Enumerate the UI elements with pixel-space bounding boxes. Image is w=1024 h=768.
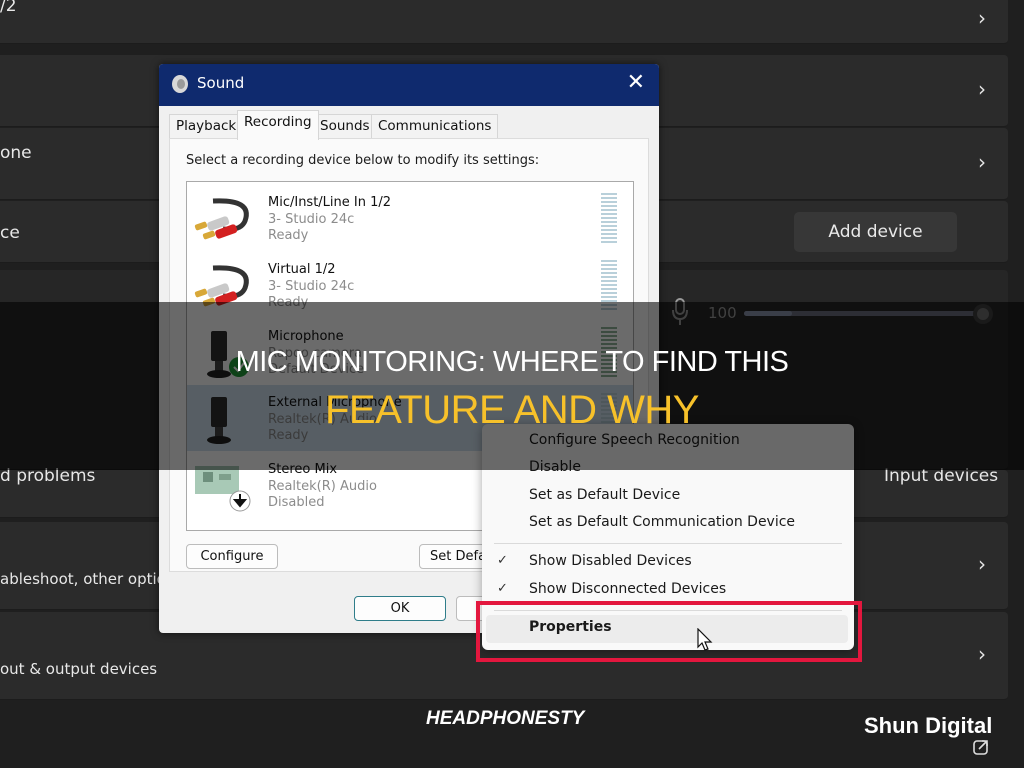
settings-row-1[interactable]: /2 › [0, 0, 1008, 44]
headphonesty-watermark: HEADPHONESTY [426, 708, 585, 729]
banner-title-line1: MIC MONITORING: WHERE TO FIND THIS [235, 346, 789, 378]
menu-item-properties[interactable]: Properties [486, 615, 848, 643]
dialog-title: Sound [197, 74, 245, 92]
check-icon: ✓ [497, 553, 508, 568]
instruction-text: Select a recording device below to modif… [186, 153, 540, 168]
tab-sounds[interactable]: Sounds [313, 114, 377, 138]
device-name: Virtual 1/2 [268, 262, 336, 277]
device-item[interactable]: Mic/Inst/Line In 1/2 3- Studio 24c Ready [187, 185, 633, 251]
speaker-app-icon [172, 75, 188, 93]
dialog-titlebar[interactable]: Sound ✕ [159, 64, 659, 106]
tab-communications[interactable]: Communications [371, 114, 499, 138]
chevron-right-icon: › [978, 6, 986, 30]
menu-item-label: Set as Default Communication Device [529, 514, 796, 530]
menu-item-show-disabled[interactable]: ✓ Show Disabled Devices [482, 549, 854, 575]
banner-title-line2: FEATURE AND WHY [324, 388, 700, 432]
tab-recording[interactable]: Recording [237, 110, 319, 140]
device-status: Disabled [268, 495, 325, 510]
settings-row-label: out & output devices [0, 660, 158, 678]
menu-item-label: Set as Default Device [529, 487, 681, 503]
menu-separator [494, 543, 842, 544]
menu-item-set-default-communication[interactable]: Set as Default Communication Device [482, 510, 854, 536]
chevron-right-icon: › [978, 77, 986, 101]
menu-item-set-default[interactable]: Set as Default Device [482, 483, 854, 509]
chevron-right-icon: › [978, 552, 986, 576]
configure-button[interactable]: Configure [186, 544, 278, 569]
device-subtitle: Realtek(R) Audio [268, 479, 377, 494]
add-device-button[interactable]: Add device [794, 212, 957, 252]
chevron-right-icon: › [978, 642, 986, 666]
external-link-icon[interactable] [972, 738, 990, 756]
close-icon[interactable]: ✕ [627, 70, 645, 95]
ok-button[interactable]: OK [354, 596, 446, 621]
chevron-right-icon: › [978, 150, 986, 174]
device-subtitle: 3- Studio 24c [268, 212, 355, 227]
settings-row-label: ce [0, 223, 20, 243]
menu-item-label: Properties [529, 619, 612, 635]
mouse-cursor-icon [697, 628, 713, 651]
settings-row-label: one [0, 143, 32, 163]
check-icon: ✓ [497, 581, 508, 596]
settings-row-label: /2 [0, 0, 17, 16]
level-meter [601, 193, 617, 243]
settings-row-label: ableshoot, other options [0, 570, 184, 588]
device-subtitle: 3- Studio 24c [268, 279, 355, 294]
tab-playback[interactable]: Playback [169, 114, 244, 138]
menu-item-label: Show Disconnected Devices [529, 581, 727, 597]
menu-item-show-disconnected[interactable]: ✓ Show Disconnected Devices [482, 577, 854, 603]
disabled-arrow-icon [229, 490, 251, 512]
menu-separator [494, 610, 842, 611]
title-banner: MIC MONITORING: WHERE TO FIND THIS FEATU… [0, 302, 1024, 470]
shun-digital-logo[interactable]: Shun Digital [864, 713, 992, 739]
device-name: Mic/Inst/Line In 1/2 [268, 195, 392, 210]
rca-cable-icon [194, 198, 249, 240]
device-status: Ready [268, 228, 309, 243]
menu-item-label: Show Disabled Devices [529, 553, 692, 569]
